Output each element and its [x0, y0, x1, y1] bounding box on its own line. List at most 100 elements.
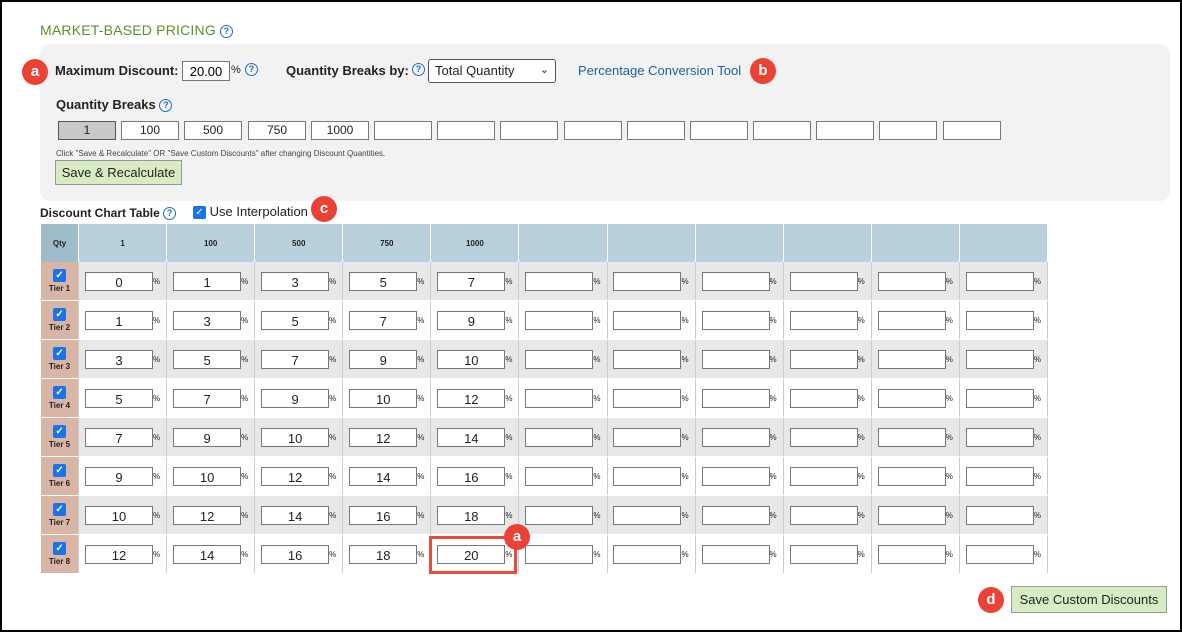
discount-input[interactable] [525, 271, 594, 291]
discount-input[interactable]: 14 [349, 466, 418, 486]
discount-input[interactable]: 3 [261, 271, 330, 291]
quantity-break-input[interactable] [374, 121, 432, 140]
interpolation-checkbox[interactable]: ✓ [193, 206, 206, 220]
discount-input[interactable] [789, 544, 858, 564]
discount-input[interactable]: 16 [261, 544, 330, 564]
discount-input[interactable]: 1 [173, 271, 242, 291]
qty-breaks-by-select[interactable]: Total Quantity ⌄ [428, 59, 556, 83]
discount-input[interactable]: 7 [261, 349, 330, 369]
discount-input[interactable] [877, 349, 946, 369]
tier-checkbox[interactable]: ✓ [53, 542, 67, 555]
save-custom-discounts-button[interactable]: Save Custom Discounts [1011, 586, 1167, 613]
quantity-break-input[interactable] [879, 121, 937, 140]
discount-input[interactable]: 7 [349, 310, 418, 330]
discount-input[interactable] [789, 349, 858, 369]
discount-input[interactable] [525, 310, 594, 330]
discount-input[interactable]: 12 [437, 388, 506, 408]
discount-input[interactable] [613, 349, 682, 369]
discount-input[interactable] [701, 349, 770, 369]
discount-input[interactable]: 7 [437, 271, 506, 291]
discount-input[interactable]: 3 [85, 349, 153, 369]
discount-input[interactable] [789, 271, 858, 291]
discount-input[interactable] [877, 544, 946, 564]
quantity-break-input[interactable]: 500 [184, 121, 242, 140]
save-recalculate-button[interactable]: Save & Recalculate [55, 160, 182, 185]
discount-input[interactable] [525, 505, 594, 525]
percentage-conversion-link[interactable]: Percentage Conversion Tool [578, 63, 741, 78]
discount-input[interactable]: 14 [437, 427, 506, 447]
quantity-break-input[interactable] [564, 121, 622, 140]
discount-input[interactable] [789, 388, 858, 408]
discount-input[interactable] [701, 271, 770, 291]
quantity-break-input[interactable]: 1 [58, 121, 116, 140]
discount-input[interactable] [965, 544, 1034, 564]
tier-checkbox[interactable]: ✓ [53, 308, 67, 321]
help-icon[interactable]: ? [220, 25, 234, 38]
quantity-break-input[interactable]: 750 [248, 121, 306, 140]
discount-input[interactable] [789, 310, 858, 330]
tier-checkbox[interactable]: ✓ [53, 269, 67, 282]
quantity-break-input[interactable]: 100 [121, 121, 179, 140]
help-icon[interactable]: ? [163, 207, 177, 220]
discount-input[interactable] [613, 505, 682, 525]
help-icon[interactable]: ? [245, 63, 258, 76]
discount-input[interactable] [701, 388, 770, 408]
discount-input[interactable]: 5 [349, 271, 418, 291]
quantity-break-input[interactable] [816, 121, 874, 140]
tier-checkbox[interactable]: ✓ [53, 425, 67, 438]
discount-input[interactable] [789, 427, 858, 447]
discount-input[interactable]: 7 [173, 388, 242, 408]
quantity-break-input[interactable] [500, 121, 558, 140]
discount-input[interactable] [613, 310, 682, 330]
tier-checkbox[interactable]: ✓ [53, 464, 67, 477]
discount-input[interactable] [613, 466, 682, 486]
discount-input[interactable]: 5 [261, 310, 330, 330]
discount-input[interactable] [701, 427, 770, 447]
discount-input[interactable] [789, 505, 858, 525]
discount-input[interactable] [701, 310, 770, 330]
discount-input[interactable] [525, 544, 594, 564]
discount-input[interactable]: 12 [85, 544, 153, 564]
quantity-break-input[interactable] [943, 121, 1001, 140]
discount-input[interactable] [613, 544, 682, 564]
discount-input[interactable]: 10 [349, 388, 418, 408]
discount-input[interactable]: 10 [437, 349, 506, 369]
discount-input[interactable]: 14 [173, 544, 242, 564]
discount-input[interactable] [525, 388, 594, 408]
discount-input[interactable] [965, 349, 1034, 369]
discount-input[interactable] [877, 466, 946, 486]
discount-input[interactable] [877, 427, 946, 447]
discount-input[interactable]: 10 [85, 505, 153, 525]
discount-input[interactable]: 12 [349, 427, 418, 447]
quantity-break-input[interactable] [627, 121, 685, 140]
tier-checkbox[interactable]: ✓ [53, 386, 67, 399]
discount-input[interactable]: 3 [173, 310, 242, 330]
discount-input[interactable]: 9 [349, 349, 418, 369]
discount-input[interactable] [965, 271, 1034, 291]
discount-input[interactable] [613, 427, 682, 447]
discount-input[interactable] [525, 466, 594, 486]
discount-input[interactable]: 12 [173, 505, 242, 525]
discount-input[interactable]: 18 [349, 544, 418, 564]
discount-input[interactable] [877, 388, 946, 408]
discount-input[interactable] [877, 505, 946, 525]
quantity-break-input[interactable] [690, 121, 748, 140]
discount-input[interactable] [701, 544, 770, 564]
interpolation-toggle[interactable]: ✓ Use Interpolation [193, 204, 308, 220]
max-discount-input[interactable] [182, 61, 230, 81]
discount-input[interactable]: 0 [85, 271, 153, 291]
discount-input[interactable]: 10 [173, 466, 242, 486]
discount-input[interactable]: 9 [173, 427, 242, 447]
discount-input[interactable] [965, 466, 1034, 486]
discount-input[interactable] [965, 388, 1034, 408]
discount-input[interactable]: 9 [85, 466, 153, 486]
discount-input[interactable] [789, 466, 858, 486]
discount-input[interactable]: 16 [349, 505, 418, 525]
help-icon[interactable]: ? [412, 63, 425, 76]
discount-input[interactable]: 10 [261, 427, 330, 447]
discount-input[interactable]: 5 [85, 388, 153, 408]
discount-input[interactable] [877, 310, 946, 330]
discount-input[interactable] [701, 505, 770, 525]
discount-input[interactable] [965, 505, 1034, 525]
discount-input[interactable] [525, 349, 594, 369]
